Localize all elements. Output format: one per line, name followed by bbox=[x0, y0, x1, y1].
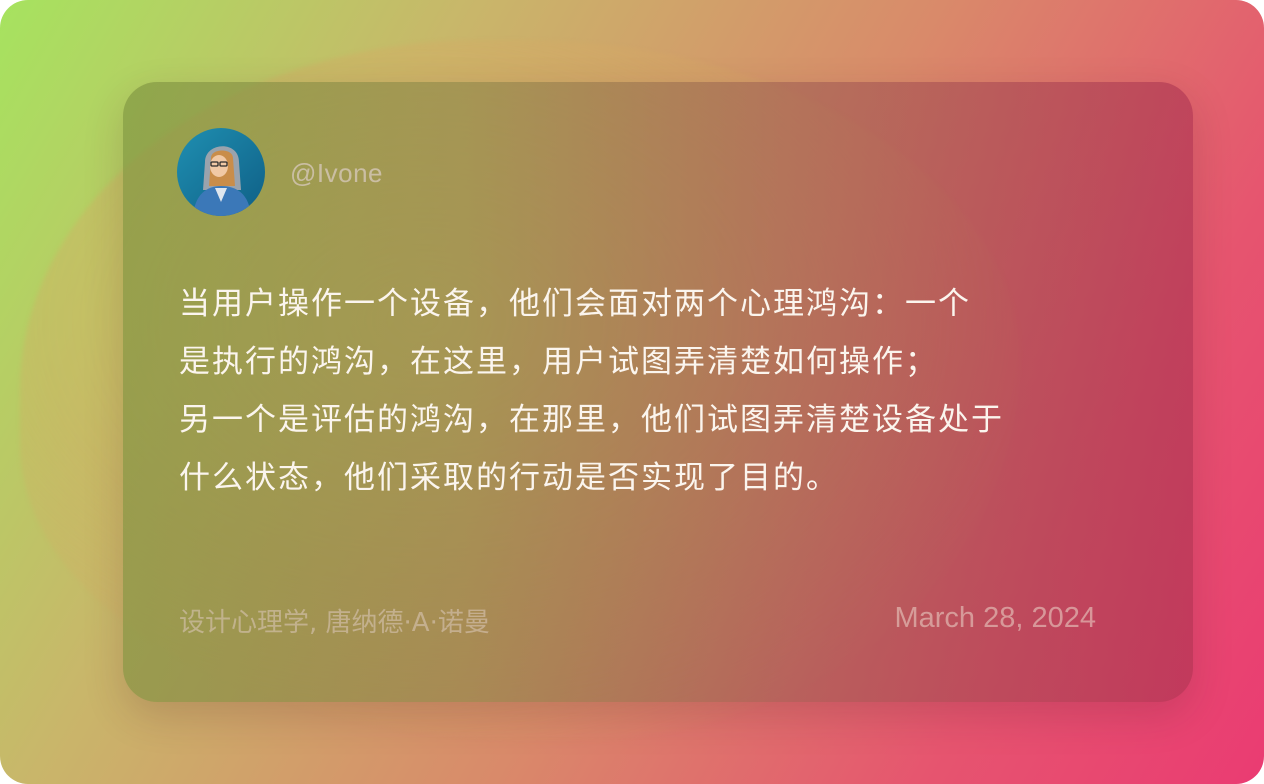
quote-text: 当用户操作一个设备，他们会面对两个心理鸿沟：一个 是执行的鸿沟，在这里，用户试图… bbox=[179, 275, 1169, 507]
quote-card-canvas: @Ivone 当用户操作一个设备，他们会面对两个心理鸿沟：一个 是执行的鸿沟，在… bbox=[0, 0, 1264, 784]
quote-line: 什么状态，他们采取的行动是否实现了目的。 bbox=[179, 460, 839, 496]
quote-line: 是执行的鸿沟，在这里，用户试图弄清楚如何操作； bbox=[179, 344, 938, 380]
avatar-photo-icon bbox=[177, 128, 265, 216]
quote-card: @Ivone 当用户操作一个设备，他们会面对两个心理鸿沟：一个 是执行的鸿沟，在… bbox=[123, 82, 1193, 702]
quote-line: 另一个是评估的鸿沟，在那里，他们试图弄清楚设备处于 bbox=[179, 402, 1004, 438]
quote-source: 设计心理学, 唐纳德·A·诺曼 bbox=[179, 608, 490, 638]
author-handle[interactable]: @Ivone bbox=[290, 158, 383, 189]
quote-date: March 28, 2024 bbox=[894, 602, 1096, 634]
author-avatar[interactable] bbox=[177, 128, 265, 216]
quote-line: 当用户操作一个设备，他们会面对两个心理鸿沟：一个 bbox=[179, 286, 971, 322]
